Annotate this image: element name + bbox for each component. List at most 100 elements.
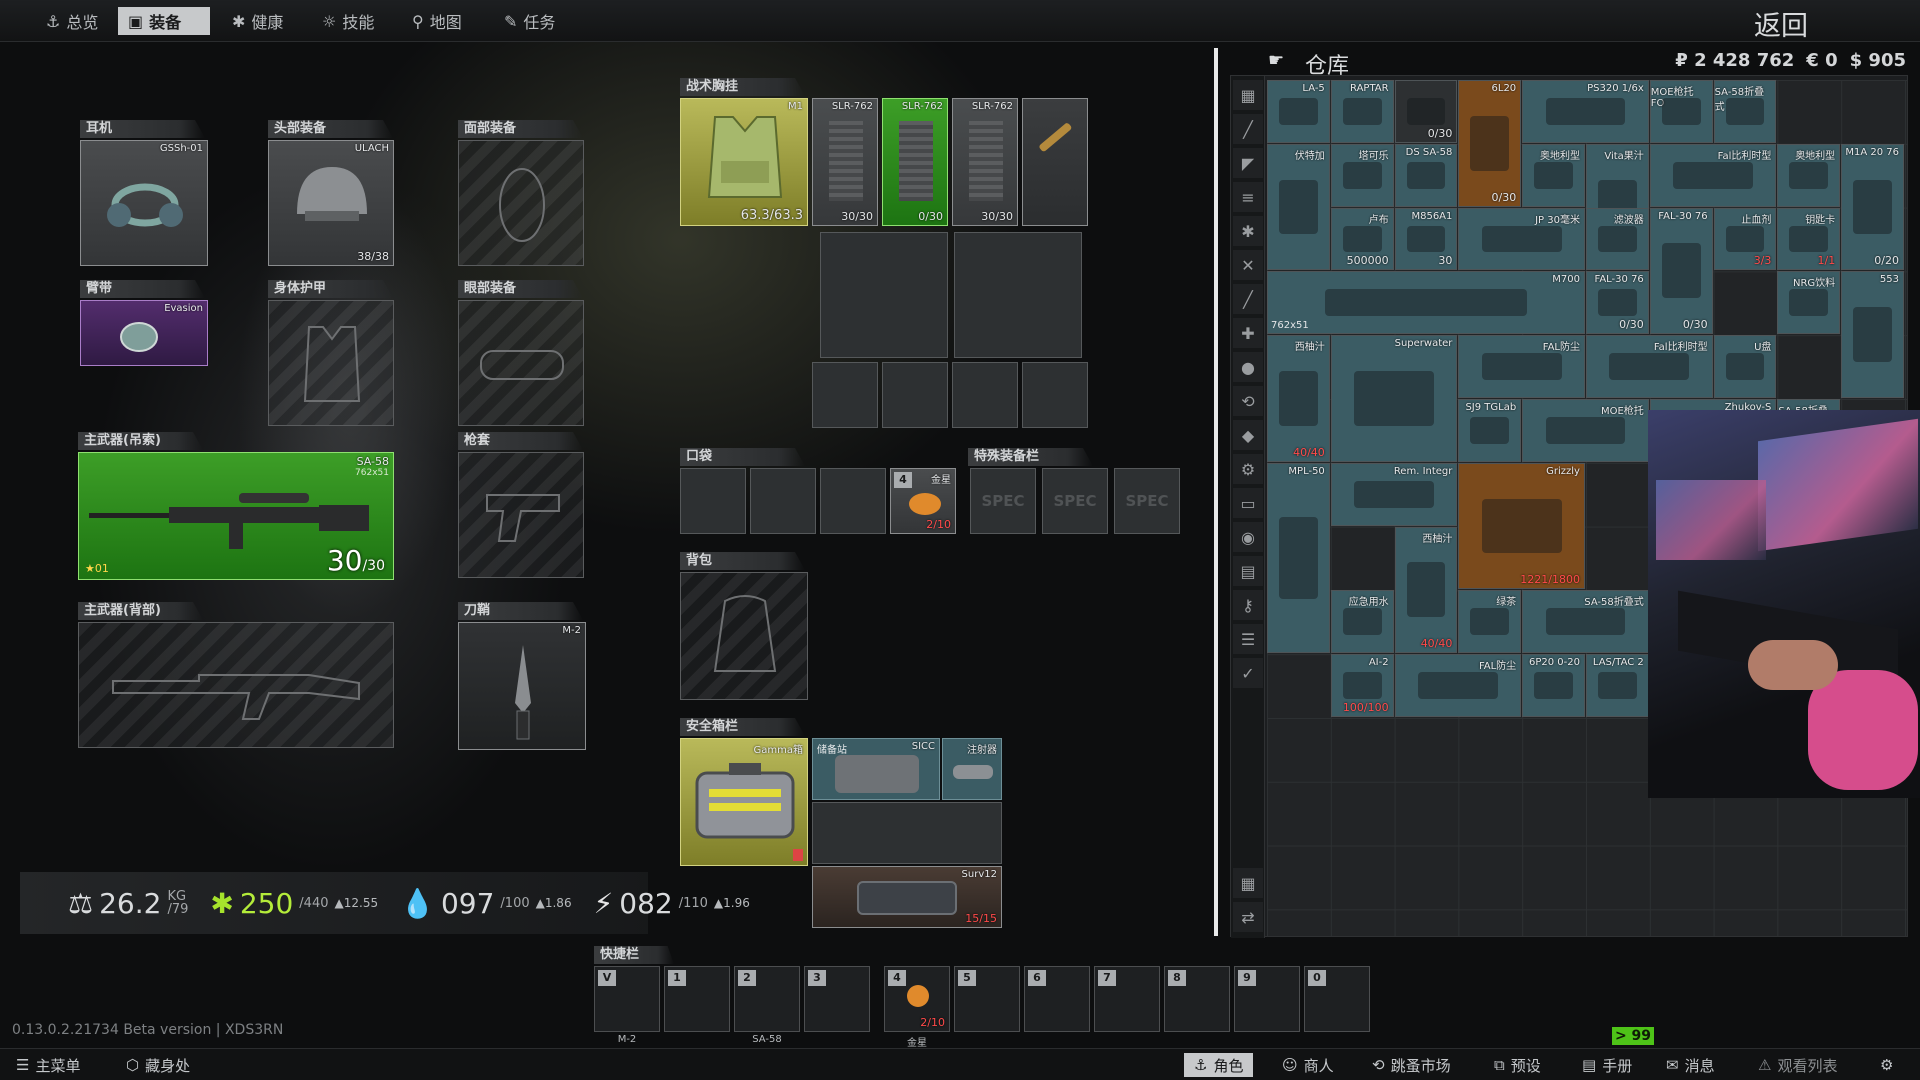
filter-info-icon[interactable]: ▤: [1233, 556, 1263, 586]
stash-item[interactable]: M1A 20 76 0/20: [1841, 143, 1904, 271]
panel-divider[interactable]: [1214, 48, 1218, 936]
stash-item[interactable]: JP 30毫米: [1458, 207, 1585, 271]
back-button[interactable]: 返回: [1754, 4, 1808, 43]
tab-skills[interactable]: ☼ 技能: [312, 7, 384, 35]
settings-button[interactable]: ⚙: [1880, 1053, 1893, 1077]
quick-slot-4[interactable]: 4 2/10: [884, 966, 950, 1032]
filter-barter-icon[interactable]: ⟲: [1233, 386, 1263, 416]
special-slot-3[interactable]: SPEC: [1114, 468, 1180, 534]
stash-item[interactable]: 伏特加: [1267, 143, 1330, 271]
quick-slot-7[interactable]: 7: [1094, 966, 1160, 1032]
stash-item[interactable]: Superwater: [1330, 335, 1458, 462]
stash-item[interactable]: 滤波器: [1586, 207, 1649, 271]
filter-containers-icon[interactable]: ▭: [1233, 488, 1263, 518]
messages-button[interactable]: ✉ 消息: [1666, 1053, 1715, 1077]
rig-grid-cell[interactable]: [882, 362, 948, 428]
filter-medical-icon[interactable]: ✱: [1233, 216, 1263, 246]
scabbard-slot[interactable]: M-2: [458, 622, 586, 750]
stash-item[interactable]: MOE枪托: [1522, 399, 1649, 462]
stash-item[interactable]: FAL防尘: [1394, 654, 1522, 717]
stash-item[interactable]: AI-2 100/100: [1330, 654, 1394, 717]
stash-item[interactable]: M856A1 30: [1394, 207, 1458, 271]
stash-item[interactable]: DS SA-58: [1394, 143, 1458, 207]
stash-item[interactable]: FAL防尘: [1458, 335, 1585, 398]
stash-item[interactable]: 应急用水: [1330, 590, 1394, 654]
stash-item[interactable]: 6P20 0-20: [1522, 654, 1585, 717]
handbook-button[interactable]: ▤ 手册: [1582, 1053, 1632, 1077]
stash-item[interactable]: NRG饮料: [1777, 271, 1841, 335]
stash-item[interactable]: 绿茶: [1458, 590, 1522, 654]
quick-slot-6[interactable]: 6: [1024, 966, 1090, 1032]
stash-item[interactable]: SJ9 TGLab: [1458, 399, 1522, 462]
tab-health[interactable]: ✱ 健康: [222, 7, 293, 35]
tab-map[interactable]: ⚲ 地图: [402, 7, 472, 35]
secure-item-3[interactable]: 注射器: [942, 738, 1002, 800]
face-slot[interactable]: [458, 140, 584, 266]
stash-item[interactable]: 0/30: [1394, 80, 1458, 143]
stash-item[interactable]: 卢布 500000: [1330, 207, 1394, 271]
filter-keys-icon[interactable]: ⚷: [1233, 590, 1263, 620]
stash-item[interactable]: LA-5: [1267, 80, 1330, 143]
stash-item[interactable]: 奥地利型: [1522, 143, 1585, 207]
watchlist-button[interactable]: ⚠ 观看列表: [1758, 1053, 1837, 1077]
filter-all-icon[interactable]: ▦: [1233, 80, 1263, 110]
special-slot-2[interactable]: SPEC: [1042, 468, 1108, 534]
hideout-button[interactable]: ⬡ 藏身处: [126, 1053, 190, 1077]
character-button[interactable]: ⚓ 角色: [1184, 1053, 1254, 1077]
backpack-slot[interactable]: [680, 572, 808, 700]
rig-grid-cell[interactable]: [954, 232, 1082, 358]
sort-grid-icon[interactable]: ▦: [1233, 868, 1263, 898]
stash-item[interactable]: 西柚汁 40/40: [1394, 526, 1458, 654]
tab-tasks[interactable]: ✎ 任务: [494, 7, 565, 35]
stash-item[interactable]: FAL-30 76 0/30: [1586, 271, 1649, 335]
quick-slot-8[interactable]: 8: [1164, 966, 1230, 1032]
stash-item[interactable]: Grizzly 1221/1800: [1458, 462, 1585, 590]
pocket-slot-1[interactable]: [680, 468, 746, 534]
filter-melee-icon[interactable]: ✕: [1233, 250, 1263, 280]
quick-slot-5[interactable]: 5: [954, 966, 1020, 1032]
stash-item[interactable]: Rem. Integr: [1330, 462, 1458, 526]
stash-item[interactable]: 止血剂 3/3: [1713, 207, 1777, 271]
body-armor-slot[interactable]: [268, 300, 394, 426]
flea-market-button[interactable]: ⟲ 跳蚤市场: [1372, 1053, 1451, 1077]
rig-grid-cell[interactable]: [1022, 362, 1088, 428]
stash-item[interactable]: 奥地利型: [1777, 143, 1841, 207]
quick-slot-3[interactable]: 3: [804, 966, 870, 1032]
stash-item[interactable]: U盘: [1713, 335, 1777, 398]
filter-checked-icon[interactable]: ✓: [1233, 658, 1263, 688]
tab-gear[interactable]: ▣ 装备: [118, 7, 210, 35]
primary-sling-slot[interactable]: SA-58 762x51 ★01 30/30: [78, 452, 394, 580]
presets-button[interactable]: ⧉ 预设: [1494, 1053, 1541, 1077]
filter-ammo-icon[interactable]: ≡: [1233, 182, 1263, 212]
secure-item-4[interactable]: Surv12 15/15: [812, 866, 1002, 928]
filter-weapons-icon[interactable]: ╱: [1233, 114, 1263, 144]
secure-container-slot[interactable]: Gamma箱: [680, 738, 808, 866]
stash-item[interactable]: LAS/TAC 2: [1586, 654, 1649, 717]
stash-item[interactable]: SA-58折叠式: [1522, 590, 1649, 654]
stash-item[interactable]: RAPTAR: [1330, 80, 1394, 143]
quick-slot-9[interactable]: 9: [1234, 966, 1300, 1032]
rig-grid-cell[interactable]: [812, 362, 878, 428]
secure-empty-cells[interactable]: [812, 802, 1002, 864]
pocket-slot-2[interactable]: [750, 468, 816, 534]
stash-item[interactable]: SA-58折叠式: [1713, 80, 1777, 143]
filter-grenade-icon[interactable]: ●: [1233, 352, 1263, 382]
sort-auto-icon[interactable]: ⇄: [1233, 902, 1263, 932]
rig-mag-slot-1[interactable]: SLR-762 30/30: [812, 98, 878, 226]
rig-grid-cell[interactable]: [952, 362, 1018, 428]
stash-item[interactable]: 6L20 0/30: [1458, 80, 1522, 207]
eyewear-slot[interactable]: [458, 300, 584, 426]
stash-item[interactable]: 钥匙卡 1/1: [1777, 207, 1841, 271]
quick-slot-V[interactable]: V: [594, 966, 660, 1032]
filter-misc-icon[interactable]: ☰: [1233, 624, 1263, 654]
holster-slot[interactable]: [458, 452, 584, 578]
stash-item[interactable]: Fal比利时型: [1586, 335, 1713, 398]
filter-food-icon[interactable]: ◉: [1233, 522, 1263, 552]
stash-item[interactable]: 塔可乐: [1330, 143, 1394, 207]
stash-item[interactable]: FAL-30 76 0/30: [1649, 207, 1713, 335]
stash-item[interactable]: M700 762x51: [1267, 271, 1585, 335]
filter-meds-icon[interactable]: ✚: [1233, 318, 1263, 348]
tab-overview[interactable]: ⚓ 总览: [36, 7, 108, 35]
filter-mods-icon[interactable]: ⚙: [1233, 454, 1263, 484]
pocket-slot-3[interactable]: [820, 468, 886, 534]
